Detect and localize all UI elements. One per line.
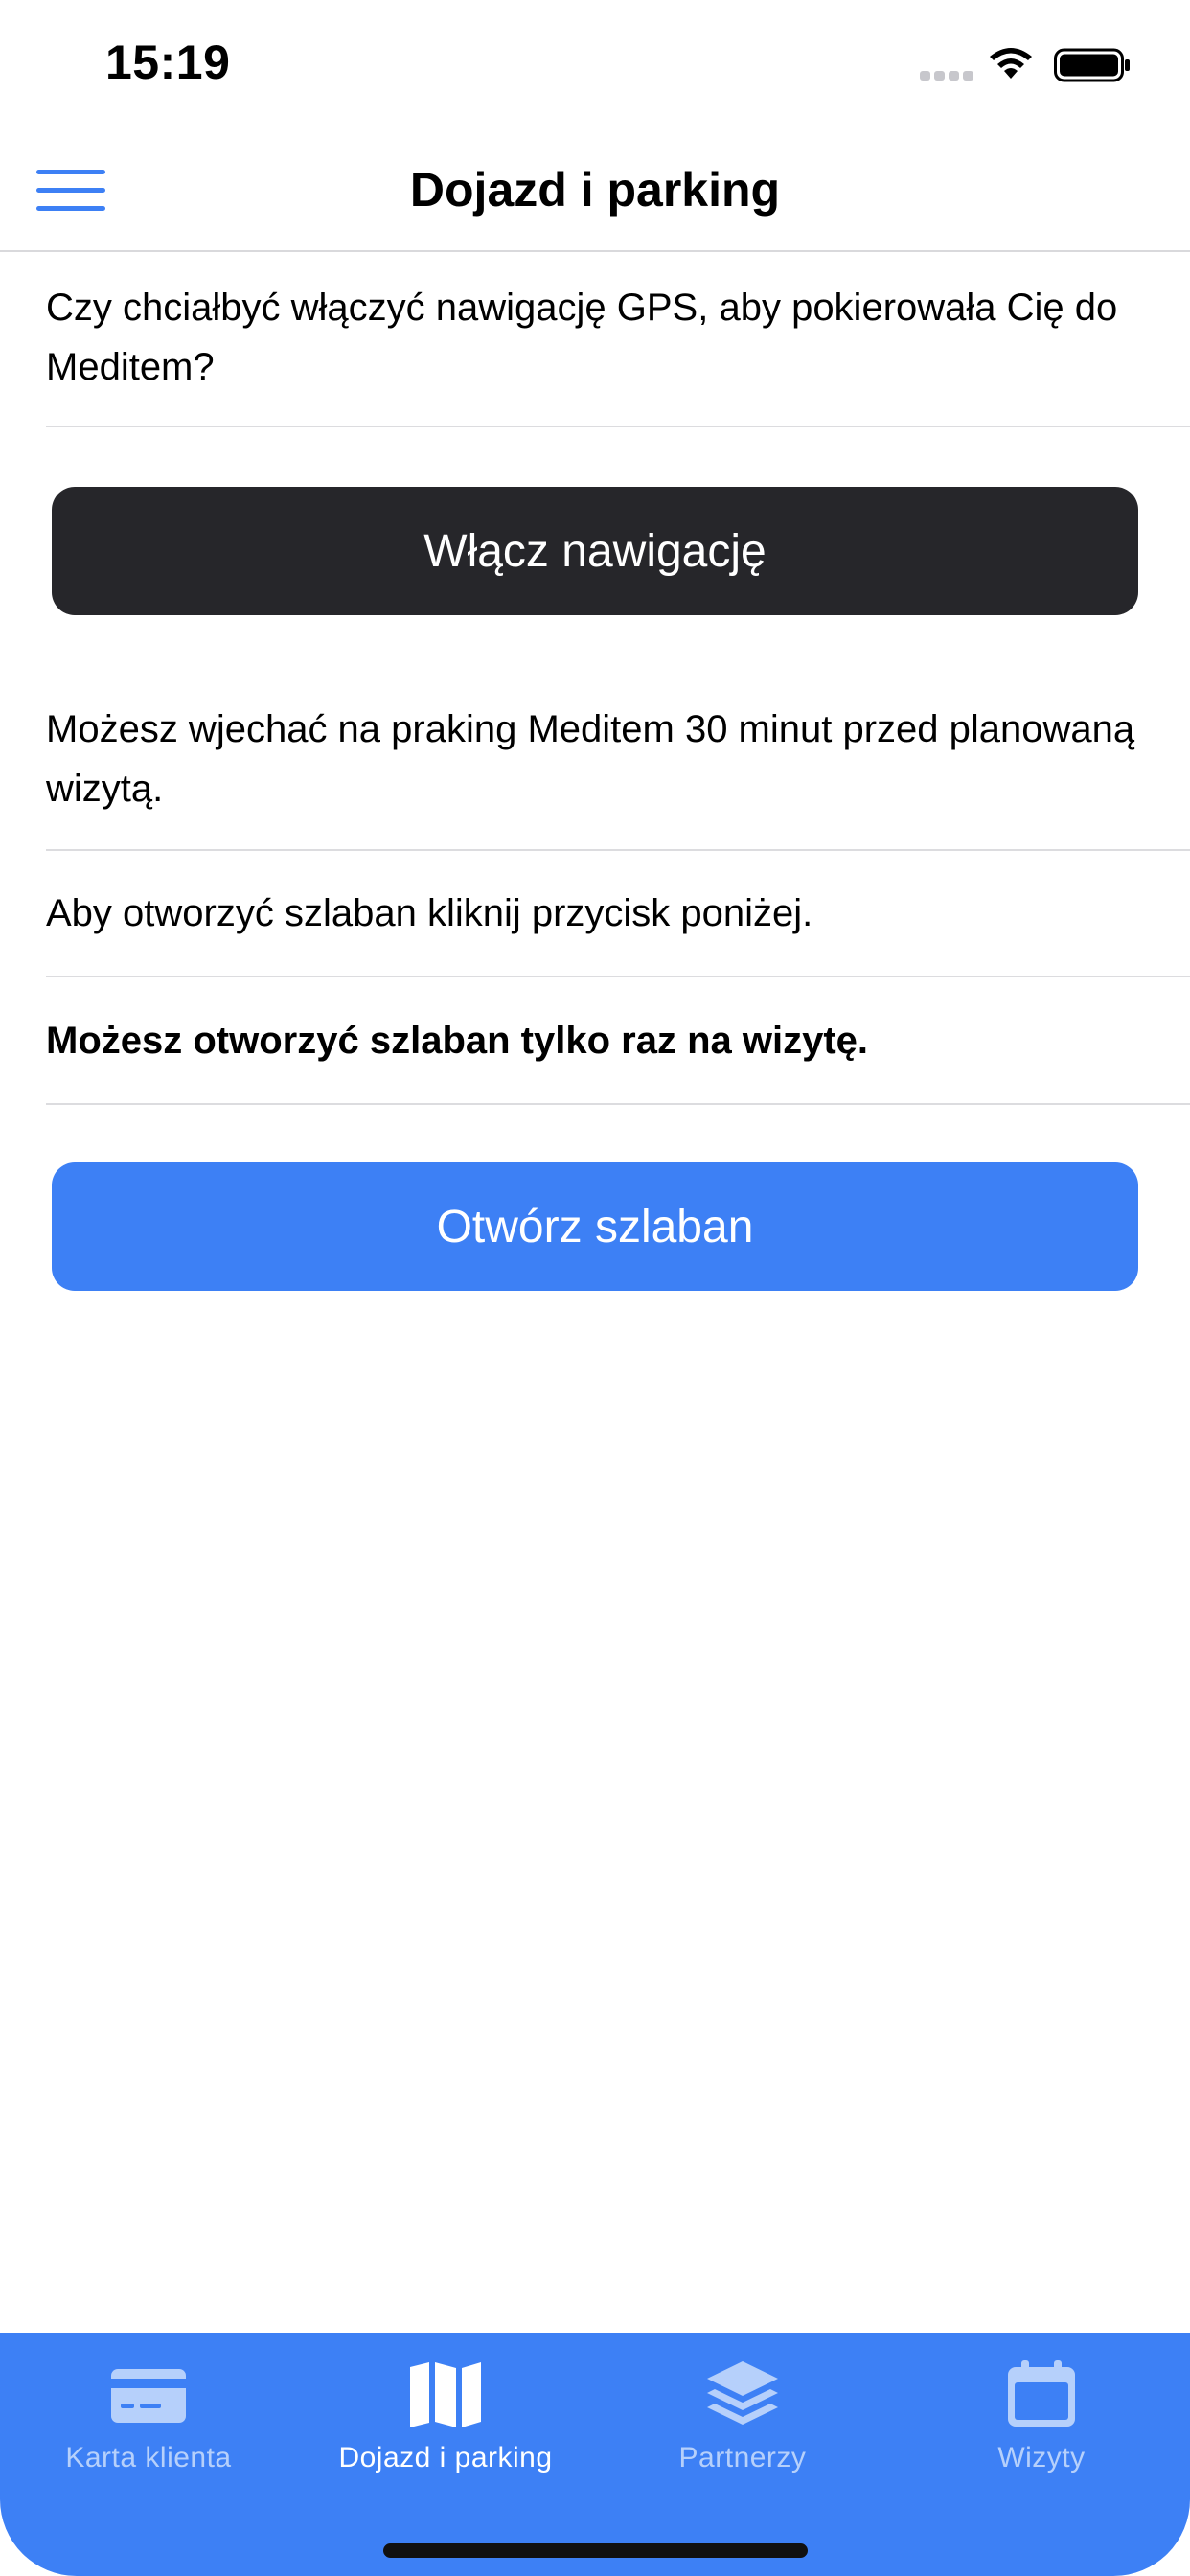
open-barrier-hint-text: Aby otworzyć szlaban kliknij przycisk po… [46,884,1190,978]
status-bar: 15:19 [0,0,1190,129]
parking-info-text: Możesz wjechać na praking Meditem 30 min… [46,700,1190,851]
map-icon [410,2362,481,2427]
credit-card-icon [111,2369,186,2423]
gps-question-text: Czy chciałbyć włączyć nawigację GPS, aby… [46,278,1190,427]
layers-icon [707,2361,778,2425]
once-per-visit-text: Możesz otworzyć szlaban tylko raz na wiz… [46,1011,1190,1105]
tab-label: Partnerzy [678,2442,807,2473]
tab-partnerzy[interactable]: Partnerzy [594,2333,891,2505]
page-title: Dojazd i parking [409,163,781,217]
enable-navigation-button[interactable]: Włącz nawigację [52,487,1138,615]
status-time: 15:19 [105,35,231,89]
calendar-icon [1008,2360,1075,2426]
tab-karta-klienta[interactable]: Karta klienta [0,2333,297,2505]
tab-wizyty[interactable]: Wizyty [893,2333,1190,2505]
open-barrier-button[interactable]: Otwórz szlaban [52,1162,1138,1291]
battery-icon [1054,48,1130,82]
tab-label: Karta klienta [65,2442,232,2473]
cellular-signal-icon [920,71,973,80]
home-indicator [383,2543,808,2558]
tab-label: Dojazd i parking [338,2442,553,2473]
nav-bar: Dojazd i parking [0,129,1190,252]
screen: 15:19 Dojazd i parking Czy chciałbyć włą… [0,0,1190,2576]
tab-bar: Karta klienta Dojazd i parking Partnerzy [0,2333,1190,2576]
tab-label: Wizyty [997,2442,1086,2473]
wifi-icon [990,48,1032,79]
tab-dojazd-i-parking[interactable]: Dojazd i parking [297,2333,594,2505]
